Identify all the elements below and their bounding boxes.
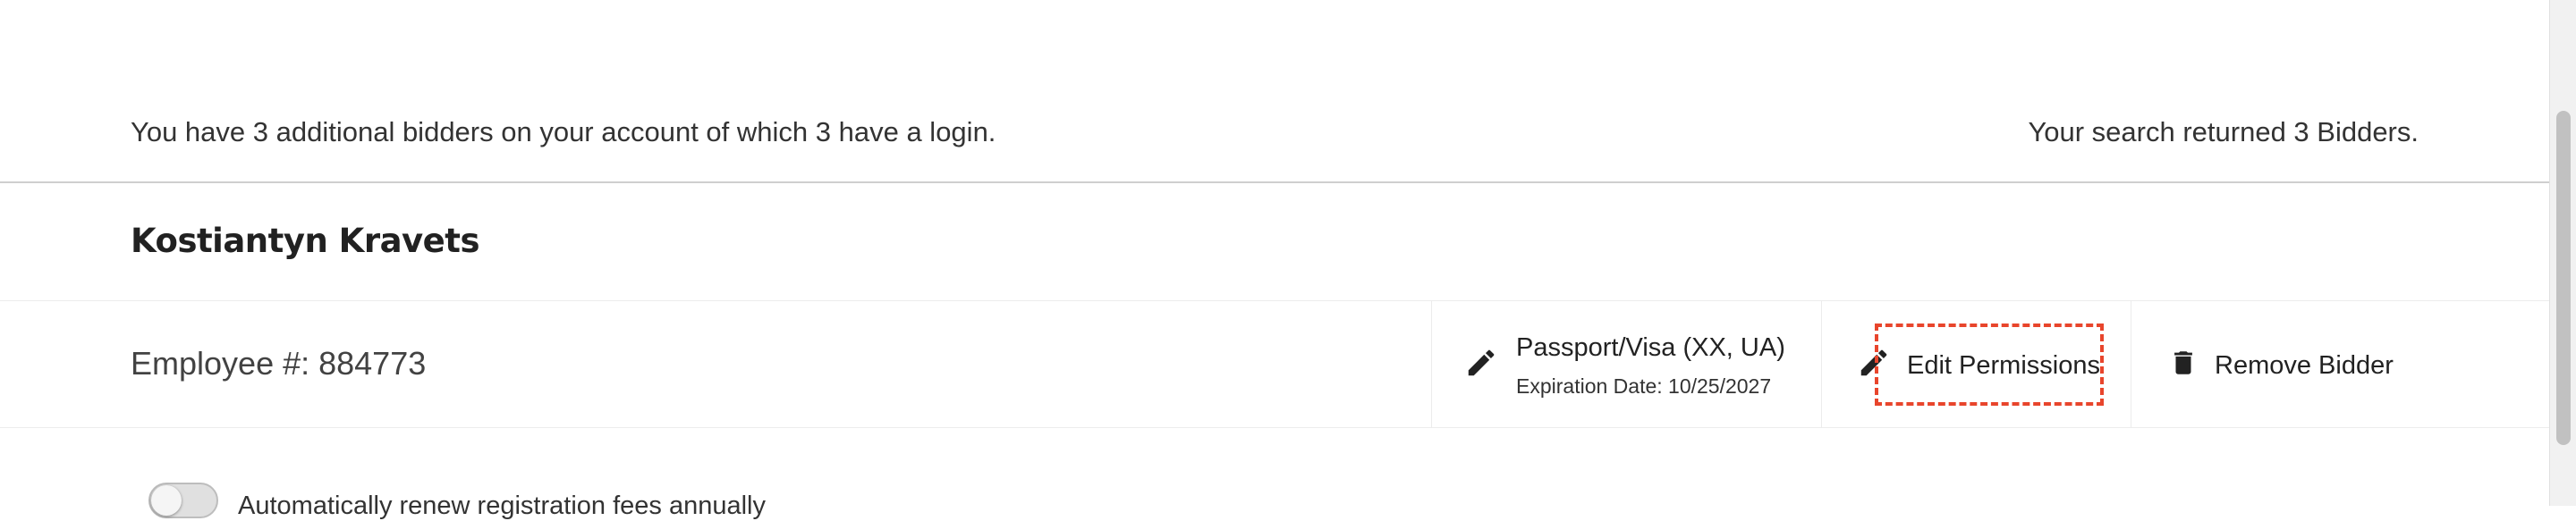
pencil-icon: [1860, 349, 1887, 376]
document-edit-button[interactable]: Passport/Visa (XX, UA) Expiration Date: …: [1432, 301, 1821, 427]
section-divider: [0, 181, 2549, 183]
vertical-scrollbar[interactable]: [2549, 0, 2576, 506]
edit-permissions-label: Edit Permissions: [1907, 351, 2100, 380]
auto-renew-label: Automatically renew registration fees an…: [238, 492, 766, 520]
remove-bidder-label: Remove Bidder: [2215, 351, 2394, 380]
remove-bidder-button[interactable]: Remove Bidder: [2131, 301, 2549, 427]
row-divider-bottom: [0, 427, 2549, 428]
scrollbar-thumb[interactable]: [2556, 111, 2571, 445]
pencil-icon: [1468, 349, 1495, 376]
auto-renew-toggle[interactable]: [148, 483, 218, 518]
bidder-name: Kostiantyn Kravets: [131, 222, 479, 260]
trash-icon: [2174, 351, 2192, 374]
toggle-knob: [151, 485, 182, 516]
search-results-count: Your search returned 3 Bidders.: [2028, 116, 2419, 147]
employee-number: Employee #: 884773: [131, 345, 427, 382]
document-expiration-date: Expiration Date: 10/25/2027: [1516, 374, 1772, 398]
document-title: Passport/Visa (XX, UA): [1516, 333, 1785, 362]
edit-permissions-button[interactable]: Edit Permissions: [1822, 301, 2131, 427]
bidders-summary-text: You have 3 additional bidders on your ac…: [131, 116, 996, 147]
